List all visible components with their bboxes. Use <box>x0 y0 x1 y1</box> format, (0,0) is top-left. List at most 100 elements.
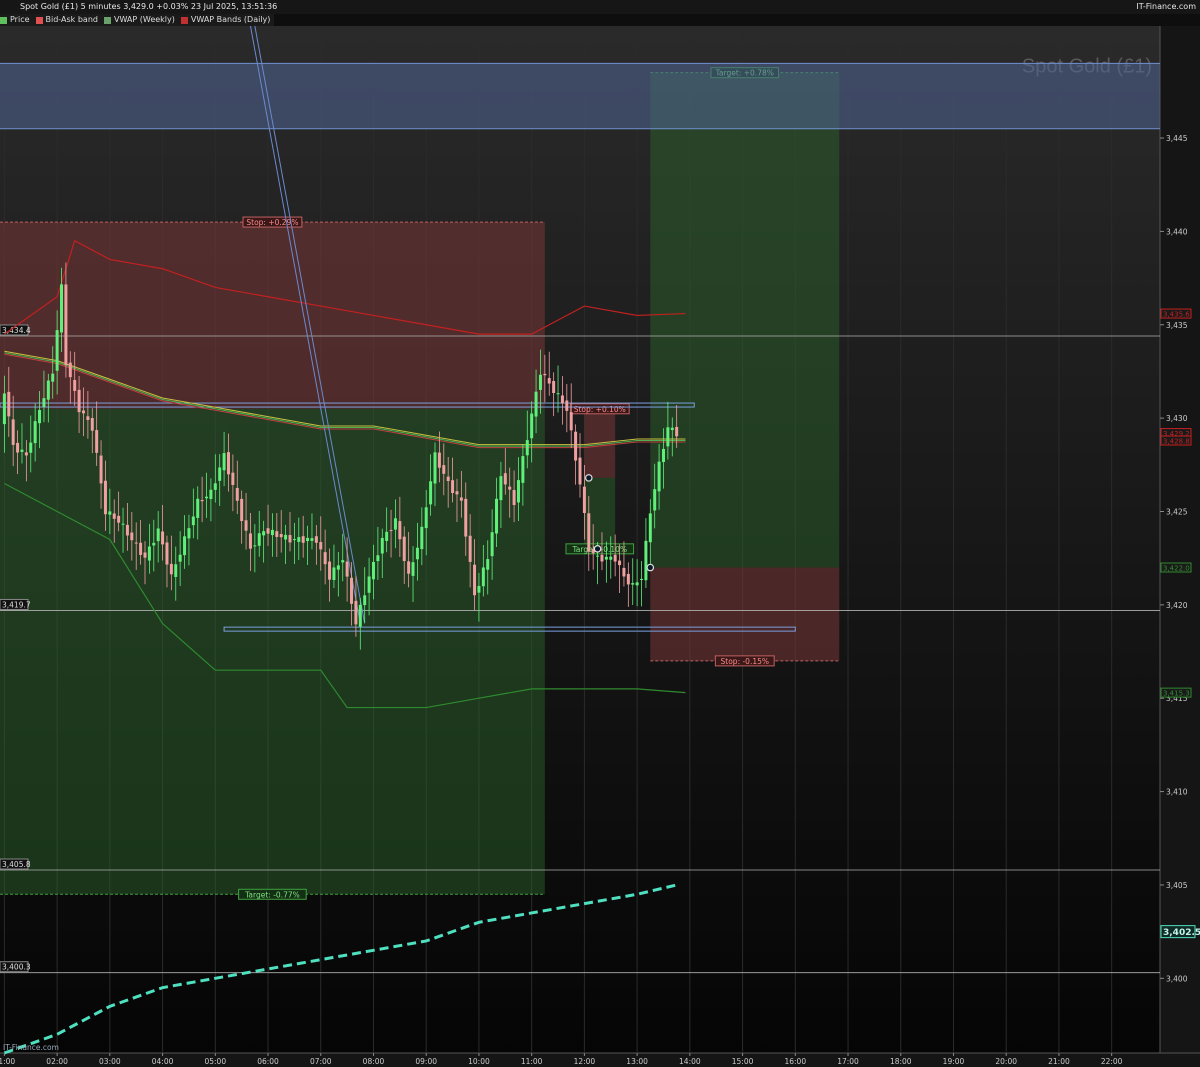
candle-body <box>481 567 485 587</box>
candle-body <box>16 442 20 453</box>
candle-body <box>389 529 393 531</box>
candle-body <box>657 461 661 492</box>
candle-body <box>297 537 301 542</box>
target-zone <box>650 72 840 568</box>
y-tick-label: 3,420 <box>1166 601 1188 610</box>
candle-body <box>284 534 288 540</box>
candle-body <box>275 531 279 537</box>
candle-body <box>81 410 85 414</box>
x-tick-label: 20:00 <box>995 1057 1017 1066</box>
candle-body <box>442 465 446 474</box>
candle-body <box>521 456 525 483</box>
candle-body <box>90 417 94 431</box>
order-marker <box>584 474 593 482</box>
x-tick-label: 15:00 <box>732 1057 754 1066</box>
candle-body <box>51 373 55 382</box>
y-tick-label: 3,445 <box>1166 134 1188 143</box>
x-tick-label: 02:00 <box>46 1057 68 1066</box>
candle-body <box>429 481 433 505</box>
candle-body <box>139 542 143 555</box>
x-tick-label: 01:00 <box>0 1057 15 1066</box>
candle-body <box>314 536 318 543</box>
candle-body <box>112 513 116 519</box>
candle-body <box>644 540 648 581</box>
target-zone <box>0 408 545 895</box>
candle-body <box>222 453 226 471</box>
candle-body <box>371 561 375 580</box>
candle-body <box>108 511 112 515</box>
price-tag: 3,415.3 <box>1163 690 1190 698</box>
candle-body <box>459 497 463 501</box>
candle-body <box>552 381 556 394</box>
candle-body <box>244 520 248 531</box>
candle-body <box>257 533 261 546</box>
y-axis-panel <box>1160 26 1200 1053</box>
candle-body <box>618 560 622 566</box>
y-tick-label: 3,405 <box>1166 881 1188 890</box>
candle-body <box>178 554 182 562</box>
candle-body <box>358 604 362 627</box>
candle-body <box>661 448 665 463</box>
candle-body <box>2 393 6 425</box>
y-tick-label: 3,425 <box>1166 507 1188 516</box>
x-tick-label: 17:00 <box>837 1057 859 1066</box>
candle-body <box>547 378 551 384</box>
zone-label: Stop: +0.10% <box>574 405 626 414</box>
candle-body <box>24 452 28 456</box>
candle-body <box>42 398 46 407</box>
stop-zone <box>0 222 545 409</box>
candle-body <box>191 516 195 526</box>
candle-body <box>556 393 560 395</box>
price-chart[interactable]: Spot Gold (£1)Stop: +0.29%Target: -0.77%… <box>0 0 1200 1067</box>
candle-body <box>99 455 103 484</box>
candle-body <box>604 556 608 560</box>
candle-body <box>7 391 11 417</box>
candle-body <box>415 547 419 560</box>
candle-body <box>143 552 147 558</box>
candle-body <box>209 489 213 500</box>
candle-body <box>675 426 679 437</box>
y-tick-label: 3,435 <box>1166 321 1188 330</box>
candle-body <box>156 528 160 542</box>
price-tag: 3,428.8 <box>1163 438 1190 446</box>
candle-body <box>666 427 670 447</box>
candle-body <box>626 573 630 585</box>
x-axis-panel <box>0 1053 1200 1067</box>
candle-body <box>543 373 547 376</box>
candle-body <box>103 480 107 515</box>
candle-body <box>323 552 327 565</box>
candle-body <box>525 440 529 456</box>
candle-body <box>183 536 187 556</box>
candle-body <box>640 578 644 580</box>
candle-body <box>596 555 600 557</box>
candle-body <box>622 567 626 577</box>
candle-body <box>310 538 314 541</box>
candle-body <box>125 524 129 536</box>
candle-body <box>77 389 81 413</box>
candle-body <box>367 576 371 593</box>
candle-body <box>560 395 564 404</box>
candle-body <box>473 564 477 596</box>
candle-body <box>631 583 635 585</box>
candle-body <box>437 452 441 468</box>
candle-body <box>503 473 507 485</box>
x-tick-label: 05:00 <box>204 1057 226 1066</box>
x-tick-label: 09:00 <box>415 1057 437 1066</box>
candle-body <box>380 537 384 554</box>
candle-body <box>301 536 305 543</box>
candle-body <box>407 561 411 574</box>
candle-body <box>534 391 538 417</box>
candle-body <box>279 534 283 538</box>
candle-body <box>538 374 542 390</box>
x-tick-label: 06:00 <box>257 1057 279 1066</box>
candle-body <box>393 518 397 530</box>
candle-body <box>130 532 134 541</box>
candle-body <box>33 421 37 444</box>
candle-body <box>495 498 499 534</box>
candle-body <box>165 542 169 565</box>
candle-body <box>235 487 239 501</box>
x-tick-label: 19:00 <box>943 1057 965 1066</box>
candle-body <box>402 536 406 562</box>
candle-body <box>499 476 503 501</box>
x-tick-label: 04:00 <box>152 1057 174 1066</box>
